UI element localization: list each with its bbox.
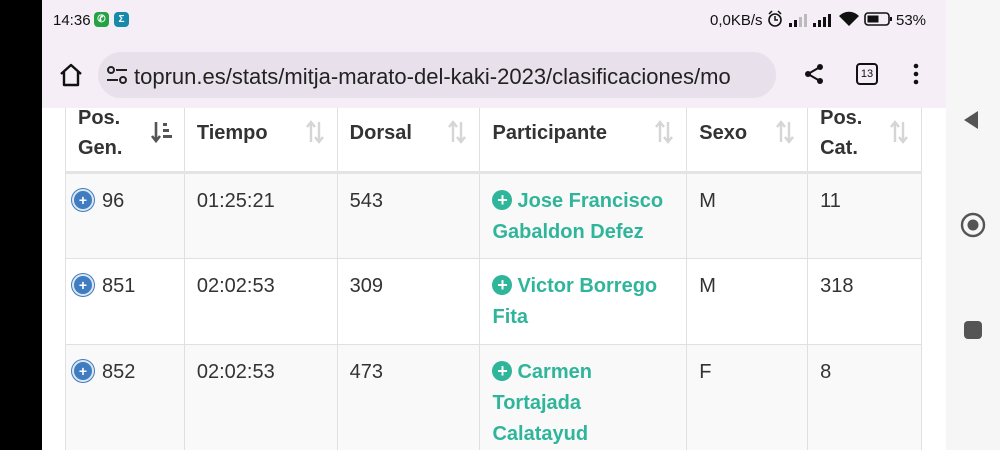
table-row: +96 01:25:21 543 + Jose Francisco Gabaldo…	[65, 172, 922, 259]
cell-sexo: M	[686, 258, 809, 345]
sort-both-icon[interactable]	[652, 120, 676, 144]
sort-both-icon[interactable]	[303, 120, 327, 144]
cell-tiempo: 02:02:53	[184, 258, 338, 345]
signal-2-icon	[813, 14, 831, 27]
col-header-pos-cat[interactable]: Pos. Cat.	[807, 108, 922, 174]
cell-dorsal: 473	[337, 344, 481, 450]
expand-row-icon[interactable]: +	[72, 188, 94, 211]
cell-pos-gen: +96	[65, 172, 185, 259]
cell-sexo: M	[686, 172, 809, 259]
expand-row-icon[interactable]: +	[72, 359, 94, 382]
plus-circle-icon: +	[492, 274, 513, 295]
sort-ascending-icon[interactable]	[150, 120, 174, 144]
participant-name[interactable]: Victor Borrego Fita	[492, 275, 657, 328]
signal-1-icon	[789, 14, 807, 27]
status-bar: 14:36 ✆ Σ 0,0KB/s 53%	[42, 0, 946, 40]
pos-gen-value: 851	[102, 274, 136, 297]
system-navigation-bar	[946, 0, 1000, 450]
home-nav-icon[interactable]	[960, 212, 986, 238]
col-header-sexo[interactable]: Sexo	[686, 108, 809, 174]
page-content: Pos. Gen. Tiempo Dorsal Participante Sex…	[42, 108, 946, 450]
network-speed: 0,0KB/s	[710, 12, 763, 29]
cell-participante: + Victor Borrego Fita	[479, 258, 688, 345]
sort-both-icon[interactable]	[773, 120, 797, 144]
tab-switcher-button[interactable]: 13	[856, 63, 878, 85]
sigma-icon: Σ	[114, 12, 129, 27]
status-time: 14:36	[53, 12, 91, 29]
cell-sexo: F	[686, 344, 809, 450]
home-icon[interactable]	[56, 60, 86, 90]
plus-circle-icon: +	[492, 360, 513, 381]
expand-row-icon[interactable]: +	[72, 273, 94, 296]
cell-pos-gen: +852	[65, 344, 185, 450]
site-settings-icon[interactable]	[106, 65, 128, 85]
header-label: Participante	[492, 122, 607, 145]
alarm-icon	[768, 10, 782, 27]
header-label: Dorsal	[349, 122, 412, 145]
battery-percent: 53%	[896, 12, 927, 29]
cell-pos-cat: 8	[807, 344, 922, 450]
results-table: Pos. Gen. Tiempo Dorsal Participante Sex…	[65, 108, 922, 450]
header-label: Tiempo	[196, 122, 268, 145]
pos-gen-value: 96	[102, 189, 125, 212]
col-header-participante[interactable]: Participante	[479, 108, 688, 174]
recents-icon[interactable]	[963, 320, 983, 340]
pos-gen-value: 852	[102, 360, 136, 383]
table-header-row: Pos. Gen. Tiempo Dorsal Participante Sex…	[65, 108, 922, 174]
battery-icon	[864, 12, 892, 26]
share-icon[interactable]	[802, 62, 826, 86]
col-header-pos-gen[interactable]: Pos. Gen.	[65, 108, 185, 174]
col-header-dorsal[interactable]: Dorsal	[337, 108, 481, 174]
col-header-tiempo[interactable]: Tiempo	[184, 108, 338, 174]
sort-both-icon[interactable]	[445, 120, 469, 144]
cell-pos-cat: 318	[807, 258, 922, 345]
phone-screen: 14:36 ✆ Σ 0,0KB/s 53% toprun.es/stats/mi…	[42, 0, 946, 450]
participant-link[interactable]: + Carmen Tortajada Calatayud	[492, 360, 592, 445]
url-text[interactable]: toprun.es/stats/mitja-marato-del-kaki-20…	[134, 64, 731, 90]
back-icon[interactable]	[961, 109, 981, 131]
more-menu-icon[interactable]	[904, 62, 928, 86]
cell-tiempo: 02:02:53	[184, 344, 338, 450]
table-row: +851 02:02:53 309 + Victor Borrego Fita M…	[65, 258, 922, 345]
wifi-icon	[839, 11, 859, 26]
address-bar[interactable]: toprun.es/stats/mitja-marato-del-kaki-20…	[98, 52, 776, 98]
participant-link[interactable]: + Victor Borrego Fita	[492, 274, 657, 328]
cell-dorsal: 543	[337, 172, 481, 259]
participant-link[interactable]: + Jose Francisco Gabaldon Defez	[492, 189, 663, 243]
plus-circle-icon: +	[492, 189, 513, 210]
cell-tiempo: 01:25:21	[184, 172, 338, 259]
cell-dorsal: 309	[337, 258, 481, 345]
participant-name[interactable]: Jose Francisco Gabaldon Defez	[492, 190, 663, 243]
header-label: Sexo	[699, 122, 748, 145]
cell-participante: + Carmen Tortajada Calatayud	[479, 344, 688, 450]
table-row: +852 02:02:53 473 + Carmen Tortajada Cala…	[65, 344, 922, 450]
cell-pos-cat: 11	[807, 172, 922, 259]
cell-participante: + Jose Francisco Gabaldon Defez	[479, 172, 688, 259]
whatsapp-icon: ✆	[94, 12, 109, 27]
cell-pos-gen: +851	[65, 258, 185, 345]
sort-both-icon[interactable]	[887, 120, 911, 144]
